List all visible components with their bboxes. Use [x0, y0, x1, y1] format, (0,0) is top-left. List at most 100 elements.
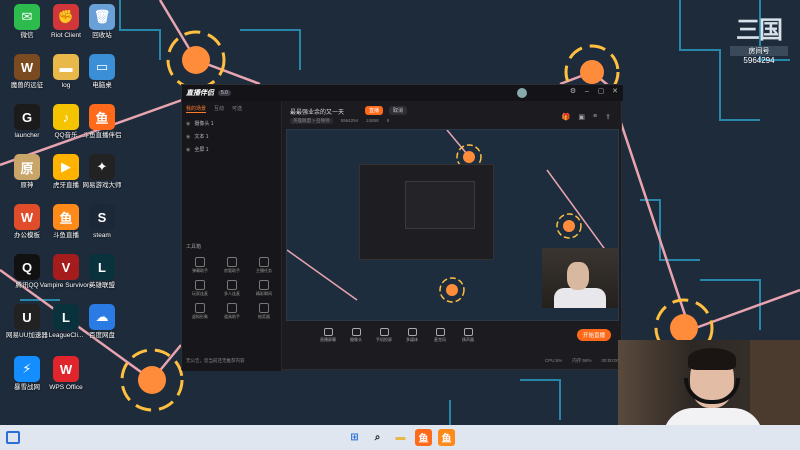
capture-button[interactable]: 手机投屏	[370, 327, 398, 343]
source-item[interactable]: ◉ 文本 1	[182, 130, 281, 143]
eye-icon[interactable]: ◉	[186, 134, 190, 140]
app-titlebar[interactable]: 直播伴侣 5.0 ⚙ – ▢ ✕	[182, 85, 623, 101]
capture-button[interactable]: 麦克风	[426, 327, 454, 343]
app-icon: U	[14, 304, 40, 330]
minimize-icon[interactable]: –	[583, 88, 591, 96]
tool-icon	[259, 257, 269, 267]
desktop-icon-label: 腾讯QQ	[15, 282, 39, 289]
tool-icon	[227, 280, 237, 290]
tool-label: 虚拟形象	[192, 314, 208, 319]
desktop-icon-label: 回收站	[92, 32, 112, 39]
desktop-icon[interactable]: ☁ 百度网盘	[79, 304, 125, 350]
explorer-icon[interactable]: ▬	[392, 429, 409, 446]
capture-button[interactable]: 多媒体	[398, 327, 426, 343]
stream-preview[interactable]	[286, 129, 619, 321]
tool-icon	[195, 303, 205, 313]
app-icon: 鱼	[53, 204, 79, 230]
memory-stat: 内存:58%	[572, 358, 592, 363]
app-icon: 鱼	[89, 104, 115, 130]
desktop-icon-label: log	[61, 82, 71, 89]
menu-icon[interactable]: ≡	[593, 113, 597, 121]
app-icon: ✦	[89, 154, 115, 180]
fans-count: 24858	[366, 118, 379, 123]
brand-logo-text: 三国	[736, 17, 783, 44]
desktop-icon[interactable]: Ssteam	[79, 204, 125, 250]
tool-label: 道具助手	[224, 314, 240, 319]
source-item[interactable]: ◉ 摄像头 1	[182, 117, 281, 130]
toolbox-item[interactable]: 房管助手	[216, 257, 248, 274]
stream-title[interactable]: 最最强业余的又一天	[290, 107, 344, 116]
desktop-icon[interactable]: L 英雄联盟	[79, 254, 125, 300]
app-icon: ✉	[14, 4, 40, 30]
toolbox-item[interactable]: 主播任务	[248, 257, 280, 274]
desktop-icon[interactable]: ✦ 网易游戏大师	[79, 154, 125, 200]
desktop-icon[interactable]: W WPS Office	[43, 356, 89, 402]
streaming-app-window[interactable]: 直播伴侣 5.0 ⚙ – ▢ ✕ 我的场景 互动 可选 ◉ 摄像头 1 ◉ 文本 1…	[181, 84, 623, 371]
app-icon: V	[53, 254, 79, 280]
toolbox-item[interactable]: 玩家连麦	[184, 280, 216, 297]
capture-buttons: 直播屏幕 摄像头 手机投屏 多媒体 麦克风 扬声器	[314, 327, 544, 343]
app-icon: ▶	[53, 154, 79, 180]
desktop-icon[interactable]: 鱼斗鱼直播伴侣	[79, 104, 125, 150]
tool-label: 多人连麦	[224, 291, 240, 296]
app-icon: Q	[14, 254, 40, 280]
toolbox-item[interactable]: 抽奖器	[248, 303, 280, 320]
desktop-icon-label: WPS Office	[49, 384, 83, 391]
desktop-icon-label: 虎牙直播	[53, 182, 79, 189]
settings-icon[interactable]: ⚙	[569, 88, 577, 96]
category-tag[interactable]: 英雄联盟 > 召唤师	[290, 118, 333, 124]
gift-icon[interactable]: 🎁	[562, 113, 571, 121]
toolbox-item[interactable]: 虚拟形象	[184, 303, 216, 320]
capture-button[interactable]: 直播屏幕	[314, 327, 342, 343]
app-version-badge: 5.0	[218, 90, 231, 96]
desktop-icon-label: launcher	[14, 132, 40, 139]
app-icon: W	[14, 54, 40, 80]
app-icon: ☁	[89, 304, 115, 330]
maximize-icon[interactable]: ▢	[597, 88, 605, 96]
search-icon[interactable]: ⌕	[369, 429, 386, 446]
desktop-icon-label: Riot Client	[51, 32, 81, 39]
capture-label: 多媒体	[406, 336, 418, 342]
room-number: 5964294	[340, 118, 359, 123]
source-item[interactable]: ◉ 全屏 1	[182, 143, 281, 156]
toolbox-item[interactable]: 精彩瞬间	[248, 280, 280, 297]
cancel-button[interactable]: 取消	[389, 106, 408, 115]
tool-icon	[195, 280, 205, 290]
toolbox-item[interactable]: 弹幕助手	[184, 257, 216, 274]
go-live-button[interactable]: 开始直播	[576, 329, 611, 341]
capture-icon	[379, 327, 389, 336]
share-icon[interactable]: ⇪	[605, 113, 611, 121]
capture-label: 扬声器	[462, 336, 474, 342]
app-icon: L	[53, 304, 79, 330]
taskbar-pinned: ⊞ ⌕ ▬ 鱼鱼	[346, 429, 455, 446]
desktop-icon-label: 斗鱼直播伴侣	[82, 132, 122, 139]
tab-interact[interactable]: 互动	[214, 105, 224, 113]
toolbox-item[interactable]: 道具助手	[216, 303, 248, 320]
toolbox-item[interactable]: 多人连麦	[216, 280, 248, 297]
tab-optional[interactable]: 可选	[232, 105, 242, 113]
app-icon: 原	[14, 154, 40, 180]
tool-icon	[195, 257, 205, 267]
widgets-icon[interactable]	[6, 431, 20, 444]
live-tag-button[interactable]: 直播	[365, 106, 384, 115]
user-avatar[interactable]	[517, 88, 527, 98]
desktop-icon-label: 原神	[20, 182, 34, 189]
window-controls: ⚙ – ▢ ✕	[569, 88, 619, 96]
close-icon[interactable]: ✕	[611, 88, 619, 96]
scene-panel: 我的场景 互动 可选 ◉ 摄像头 1 ◉ 文本 1 ◉ 全屏 1 工具箱 弹幕助手 房管…	[182, 101, 282, 371]
douyu-icon[interactable]: 鱼	[438, 429, 455, 446]
screen-icon[interactable]: ▣	[578, 113, 585, 121]
eye-icon[interactable]: ◉	[186, 147, 190, 153]
app-icon: L	[89, 254, 115, 280]
capture-button[interactable]: 扬声器	[454, 327, 482, 343]
status-text: 无公告，您当前还无推荐内容	[186, 358, 245, 363]
capture-button[interactable]: 摄像头	[342, 327, 370, 343]
app-icon: ♪	[53, 104, 79, 130]
desktop-icon[interactable]: ▭ 电脑桌	[79, 54, 125, 100]
eye-icon[interactable]: ◉	[186, 121, 190, 127]
tab-scenes[interactable]: 我的场景	[186, 105, 207, 113]
desktop-icon-label: 办公模板	[14, 232, 40, 239]
douyu-companion-icon[interactable]: 鱼	[415, 429, 432, 446]
desktop-icon[interactable]: 🗑 回收站	[79, 4, 125, 50]
windows-start-icon[interactable]: ⊞	[346, 429, 363, 446]
